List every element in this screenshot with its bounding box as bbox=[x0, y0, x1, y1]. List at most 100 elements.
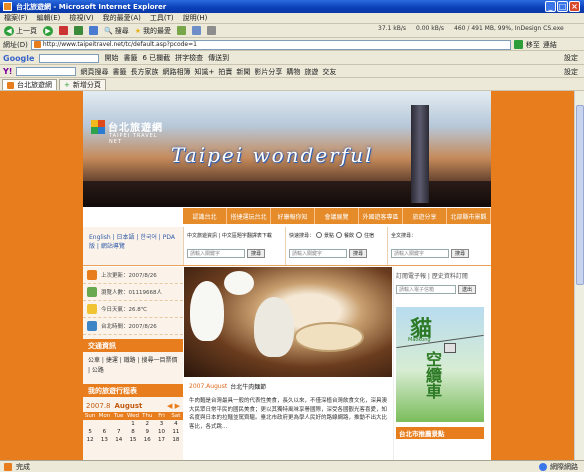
calendar-day[interactable]: 13 bbox=[97, 436, 111, 444]
mail-icon[interactable] bbox=[192, 26, 201, 35]
keyword-input[interactable]: 請輸入關鍵字 bbox=[187, 248, 245, 258]
home-icon[interactable] bbox=[89, 26, 98, 35]
popup-blocked[interactable]: 6 已攔截 bbox=[142, 53, 170, 63]
newsletter-title[interactable]: 訂閱電子報 | 歷史資料訂閱 bbox=[394, 267, 491, 284]
go-button[interactable]: 移至 bbox=[526, 40, 540, 50]
yahoo-travel[interactable]: 旅遊 bbox=[304, 67, 318, 77]
calendar-day[interactable]: 15 bbox=[126, 436, 140, 444]
send-to-button[interactable]: 傳送到 bbox=[208, 53, 229, 63]
maokong-gondola-promo[interactable]: 貓 Maokong 空纜車 bbox=[396, 307, 484, 422]
site-logo[interactable]: 台北旅遊網 TAIPEI TRAVEL NET bbox=[91, 119, 163, 145]
address-input[interactable]: http://www.taipeitravel.net/tc/default.a… bbox=[30, 39, 511, 50]
keyword-input[interactable]: 請輸入關鍵字 bbox=[391, 248, 449, 258]
scrollbar-thumb[interactable] bbox=[576, 105, 584, 285]
refresh-icon[interactable] bbox=[74, 26, 83, 35]
maximize-button[interactable]: □ bbox=[557, 1, 568, 12]
menu-favorites[interactable]: 我的最愛(A) bbox=[103, 13, 141, 23]
menu-help[interactable]: 說明(H) bbox=[183, 13, 208, 23]
main-nav: 認識台北 搭捷運玩台北 好康報你知 會議展覽 外國遊客專區 旅遊分享 北部縣市景… bbox=[183, 208, 491, 224]
calendar-day[interactable]: 3 bbox=[154, 420, 168, 428]
search-button[interactable]: 🔍 搜尋 bbox=[104, 26, 129, 36]
calendar-day[interactable]: 10 bbox=[154, 428, 168, 436]
yahoo-web-search[interactable]: 網頁搜尋 bbox=[80, 67, 108, 77]
keyword-input[interactable]: 請輸入關鍵字 bbox=[289, 248, 347, 258]
calendar-day[interactable]: 18 bbox=[169, 436, 183, 444]
spellcheck-button[interactable]: 拼字檢查 bbox=[175, 53, 203, 63]
search-submit-button[interactable]: 搜尋 bbox=[349, 248, 368, 258]
calendar-month-row: 2007.8 August ◀ ▶ bbox=[83, 401, 183, 411]
calendar-day[interactable] bbox=[97, 420, 111, 428]
calendar-day[interactable]: 9 bbox=[140, 428, 154, 436]
search-submit-button[interactable]: 搜尋 bbox=[247, 248, 266, 258]
newsletter-submit-button[interactable]: 送出 bbox=[458, 285, 477, 294]
yahoo-shopping[interactable]: 購物 bbox=[286, 67, 300, 77]
yahoo-family[interactable]: 長方家族 bbox=[130, 67, 158, 77]
nav-northern-counties[interactable]: 北部縣市景觀 bbox=[447, 208, 491, 224]
calendar-day[interactable]: 2 bbox=[140, 420, 154, 428]
yahoo-news[interactable]: 新聞 bbox=[236, 67, 250, 77]
radio-dining[interactable] bbox=[336, 232, 343, 238]
yahoo-knowledge[interactable]: 知識+ bbox=[194, 67, 214, 77]
minimize-button[interactable]: _ bbox=[545, 1, 556, 12]
radio-lodging[interactable] bbox=[356, 232, 363, 238]
email-input[interactable]: 請輸入電子信箱 bbox=[396, 285, 456, 294]
calendar-day[interactable]: 11 bbox=[169, 428, 183, 436]
nav-deals[interactable]: 好康報你知 bbox=[271, 208, 315, 224]
calendar-day[interactable]: 16 bbox=[140, 436, 154, 444]
history-icon[interactable] bbox=[177, 26, 186, 35]
nav-exhibitions[interactable]: 會議展覽 bbox=[315, 208, 359, 224]
google-bookmarks[interactable]: 書籤 bbox=[123, 53, 137, 63]
search-submit-button[interactable]: 搜尋 bbox=[451, 248, 470, 258]
yahoo-albums[interactable]: 網路相簿 bbox=[162, 67, 190, 77]
forward-button[interactable]: ▶ bbox=[43, 25, 53, 36]
quick-search-title: 快速搜尋： bbox=[289, 232, 315, 239]
yahoo-bookmarks[interactable]: 書籤 bbox=[112, 67, 126, 77]
menu-file[interactable]: 檔案(F) bbox=[4, 13, 28, 23]
google-search-input[interactable] bbox=[39, 53, 100, 63]
feature-title[interactable]: 台北牛肉麵節 bbox=[230, 382, 266, 391]
yahoo-search-input[interactable] bbox=[16, 67, 77, 76]
language-links[interactable]: English | 日本語 | 한국어 | PDA版 | 網站導覽 bbox=[83, 227, 183, 265]
stop-icon[interactable] bbox=[59, 26, 68, 35]
print-icon[interactable] bbox=[207, 26, 216, 35]
yahoo-dating[interactable]: 交友 bbox=[322, 67, 336, 77]
menu-edit[interactable]: 編輯(E) bbox=[37, 13, 61, 23]
yahoo-auction[interactable]: 拍賣 bbox=[218, 67, 232, 77]
calendar-day[interactable] bbox=[112, 420, 126, 428]
go-arrow-icon[interactable] bbox=[513, 40, 523, 49]
calendar-day[interactable]: 6 bbox=[97, 428, 111, 436]
back-button[interactable]: ◀ 上一頁 bbox=[4, 25, 37, 36]
yahoo-settings[interactable]: 設定 bbox=[564, 67, 578, 77]
calendar-day[interactable]: 5 bbox=[83, 428, 97, 436]
search-box-title: 中文旅遊資訊 | 中文區題字翻譯表下載 bbox=[187, 232, 272, 239]
menu-view[interactable]: 檢視(V) bbox=[69, 13, 93, 23]
calendar-day[interactable] bbox=[83, 420, 97, 428]
fulltext-search-box: 全文搜尋： 請輸入關鍵字 搜尋 bbox=[387, 227, 489, 265]
chef-figure bbox=[254, 297, 294, 357]
favorites-button[interactable]: ★ 我的最愛 bbox=[135, 26, 171, 36]
tab-new[interactable]: + 新增分頁 bbox=[59, 79, 106, 90]
vertical-scrollbar[interactable] bbox=[574, 91, 584, 460]
calendar-day[interactable]: 7 bbox=[112, 428, 126, 436]
calendar-day[interactable]: 14 bbox=[112, 436, 126, 444]
calendar-prev-next[interactable]: ◀ ▶ bbox=[167, 402, 180, 410]
nav-foreign-visitors[interactable]: 外國遊客專區 bbox=[359, 208, 403, 224]
menu-tools[interactable]: 工具(T) bbox=[150, 13, 174, 23]
nav-know-taipei[interactable]: 認識台北 bbox=[183, 208, 227, 224]
traffic-links[interactable]: 公車 | 捷運 | 鐵路 | 搜尋一目票價 | 公路 bbox=[83, 352, 183, 380]
calendar-day[interactable]: 4 bbox=[169, 420, 183, 428]
calendar-day[interactable]: 17 bbox=[154, 436, 168, 444]
calendar-day[interactable]: 12 bbox=[83, 436, 97, 444]
radio-attractions[interactable] bbox=[316, 232, 323, 238]
nav-travel-share[interactable]: 旅遊分享 bbox=[403, 208, 447, 224]
google-search-button[interactable]: 開始 bbox=[104, 53, 118, 63]
yahoo-video[interactable]: 影片分享 bbox=[254, 67, 282, 77]
calendar-day[interactable]: 1 bbox=[126, 420, 140, 428]
tab-taipei-travel[interactable]: 台北旅遊網 bbox=[2, 79, 57, 90]
nav-mrt[interactable]: 搭捷運玩台北 bbox=[227, 208, 271, 224]
google-settings[interactable]: 設定 bbox=[564, 53, 578, 63]
feature-photo[interactable] bbox=[184, 267, 392, 377]
calendar-day[interactable]: 8 bbox=[126, 428, 140, 436]
close-button[interactable]: × bbox=[569, 1, 580, 12]
links-button[interactable]: 連結 bbox=[543, 40, 557, 50]
